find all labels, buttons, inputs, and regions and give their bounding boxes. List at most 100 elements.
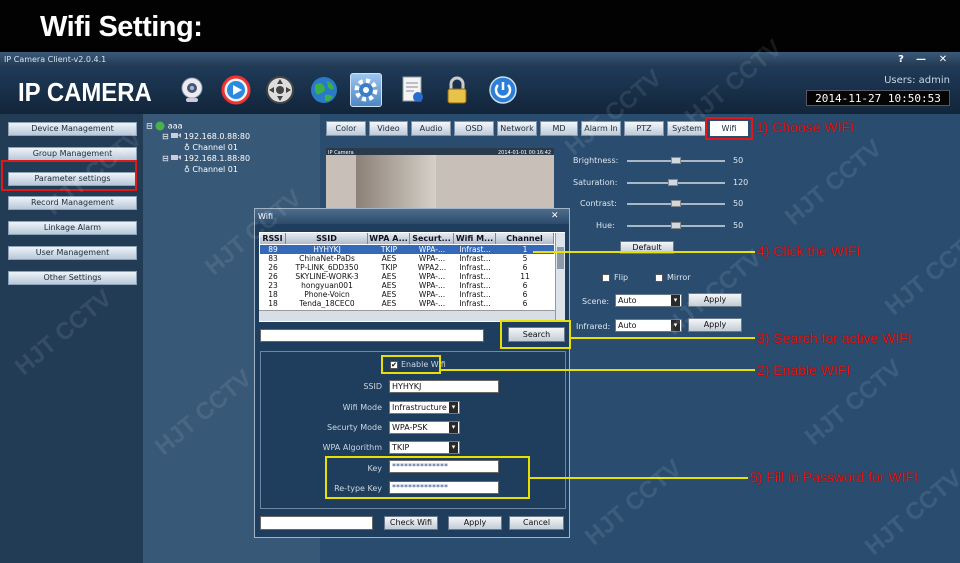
power-tool[interactable]	[487, 73, 519, 107]
check-wifi-button[interactable]: Check Wifi	[384, 516, 438, 530]
column-header-wifi-mode[interactable]: Wifi M...	[454, 233, 496, 244]
wifi-dialog-close-button[interactable]: ✕	[551, 209, 559, 224]
tree-channel-1[interactable]: ♁ Channel 01	[184, 143, 238, 152]
cell-wpa: AES	[381, 272, 397, 281]
contrast-thumb[interactable]	[671, 200, 681, 207]
column-header-security[interactable]: Securt...	[410, 233, 454, 244]
dialog-apply-button[interactable]: Apply	[448, 516, 502, 530]
wpa-algorithm-select[interactable]: TKIP	[389, 441, 460, 454]
channel-label: Channel 01	[192, 143, 238, 152]
table-row[interactable]: 18 Phone-Voicn AES WPA-... Infrast... 6	[260, 290, 554, 299]
hue-label: Hue:	[596, 221, 615, 230]
tab-md[interactable]: MD	[540, 121, 578, 136]
table-row[interactable]: 26 TP-LINK_6DD350 TKIP WPA2... Infrast..…	[260, 263, 554, 272]
ptz-tool[interactable]	[264, 73, 296, 107]
close-button[interactable]: ✕	[936, 52, 950, 68]
cell-security: WPA-...	[418, 299, 446, 308]
cell-security: WPA-...	[418, 272, 446, 281]
record-tool[interactable]	[397, 73, 429, 107]
infrared-select[interactable]: Auto	[615, 319, 682, 332]
tree-root[interactable]: ⊟ aaa	[146, 121, 183, 131]
cell-security: WPA-...	[418, 245, 446, 254]
tab-system[interactable]: System	[667, 121, 707, 136]
column-header-ssid[interactable]: SSID	[286, 233, 368, 244]
saturation-label: Saturation:	[573, 178, 618, 187]
cell-rssi: 26	[268, 272, 278, 281]
nav-group-management[interactable]: Group Management	[8, 147, 137, 161]
ssid-input[interactable]: HYHYKJ	[389, 380, 499, 393]
infrared-apply-button[interactable]: Apply	[688, 318, 742, 332]
wpa-algorithm-label: WPA Algorithm	[322, 443, 382, 452]
lock-icon	[447, 76, 467, 104]
help-button[interactable]: ?	[894, 52, 908, 68]
cell-rssi: 89	[268, 245, 278, 254]
contrast-label: Contrast:	[580, 199, 617, 208]
tab-ptz[interactable]: PTZ	[624, 121, 664, 136]
tab-osd[interactable]: OSD	[454, 121, 494, 136]
ssid-label: SSID	[363, 382, 382, 391]
connector-step5	[530, 477, 748, 479]
cell-mode: Infrast...	[459, 272, 491, 281]
saturation-value: 120	[733, 178, 749, 187]
tab-audio[interactable]: Audio	[411, 121, 451, 136]
cell-wpa: TKIP	[380, 245, 398, 254]
minimize-button[interactable]: —	[914, 52, 928, 68]
camera-device-icon	[171, 155, 182, 160]
tree-channel-2[interactable]: ♁ Channel 01	[184, 165, 238, 174]
playback-tool[interactable]	[220, 73, 252, 107]
network-tool[interactable]	[308, 73, 340, 107]
cell-ssid: HYHYKJ	[313, 245, 341, 254]
table-row[interactable]: 83 ChinaNet-PaDs AES WPA-... Infrast... …	[260, 254, 554, 263]
camera-device-icon	[171, 133, 182, 138]
column-header-channel[interactable]: Channel	[496, 233, 554, 244]
cell-ssid: Tenda_18CEC0	[299, 299, 355, 308]
tree-device-2[interactable]: ⊟ 192.168.1.88:80	[162, 154, 250, 163]
camera-tool[interactable]	[176, 73, 208, 107]
security-mode-select[interactable]: WPA-PSK	[389, 421, 460, 434]
cell-wpa: TKIP	[380, 263, 398, 272]
tree-device-1[interactable]: ⊟ 192.168.0.88:80	[162, 132, 250, 141]
table-scrollbar[interactable]	[555, 233, 565, 321]
highlight-password	[325, 456, 530, 499]
table-row[interactable]: 89 HYHYKJ TKIP WPA-... Infrast... 1	[260, 245, 554, 254]
table-row[interactable]: 18 Tenda_18CEC0 AES WPA-... Infrast... 6	[260, 299, 554, 308]
nav-other-settings[interactable]: Other Settings	[8, 271, 137, 285]
dialog-cancel-button[interactable]: Cancel	[509, 516, 564, 530]
tab-alarm-in[interactable]: Alarm In	[581, 121, 621, 136]
scene-select[interactable]: Auto	[615, 294, 682, 307]
device-ip: 192.168.1.88:80	[183, 154, 251, 163]
cell-wpa: AES	[381, 290, 397, 299]
nav-record-management[interactable]: Record Management	[8, 196, 137, 210]
cell-ssid: ChinaNet-PaDs	[299, 254, 355, 263]
table-row[interactable]: 23 hongyuan001 AES WPA-... Infrast... 6	[260, 281, 554, 290]
ptz-control-icon	[266, 76, 294, 104]
hue-thumb[interactable]	[671, 222, 681, 229]
tree-root-label: aaa	[167, 121, 183, 131]
column-header-rssi[interactable]: RSSI	[260, 233, 286, 244]
mirror-checkbox[interactable]	[655, 274, 663, 282]
scene-apply-button[interactable]: Apply	[688, 293, 742, 307]
tab-network[interactable]: Network	[497, 121, 537, 136]
wifi-mode-select[interactable]: Infrastructure	[389, 401, 460, 414]
cell-ssid: SKYLINE-WORK-3	[295, 272, 359, 281]
nav-linkage-alarm[interactable]: Linkage Alarm	[8, 221, 137, 235]
nav-user-management[interactable]: User Management	[8, 246, 137, 260]
table-row[interactable]: 26 SKYLINE-WORK-3 AES WPA-... Infrast...…	[260, 272, 554, 281]
connector-step4	[533, 251, 755, 253]
settings-tool[interactable]	[350, 73, 382, 107]
nav-device-management[interactable]: Device Management	[8, 122, 137, 136]
lock-tool[interactable]	[441, 73, 473, 107]
device-ip: 192.168.0.88:80	[183, 132, 251, 141]
cell-rssi: 18	[268, 299, 278, 308]
tab-color[interactable]: Color	[326, 121, 366, 136]
highlight-parameter-settings	[1, 160, 137, 191]
power-icon	[489, 76, 517, 104]
tab-video[interactable]: Video	[369, 121, 408, 136]
cell-security: WPA-...	[418, 254, 446, 263]
saturation-thumb[interactable]	[668, 179, 679, 186]
flip-checkbox[interactable]	[602, 274, 610, 282]
column-header-wpa-algorithm[interactable]: WPA A...	[368, 233, 410, 244]
cell-security: WPA-...	[418, 290, 446, 299]
brightness-thumb[interactable]	[671, 157, 681, 164]
wifi-rows: 89 HYHYKJ TKIP WPA-... Infrast... 1 83 C…	[260, 245, 554, 308]
